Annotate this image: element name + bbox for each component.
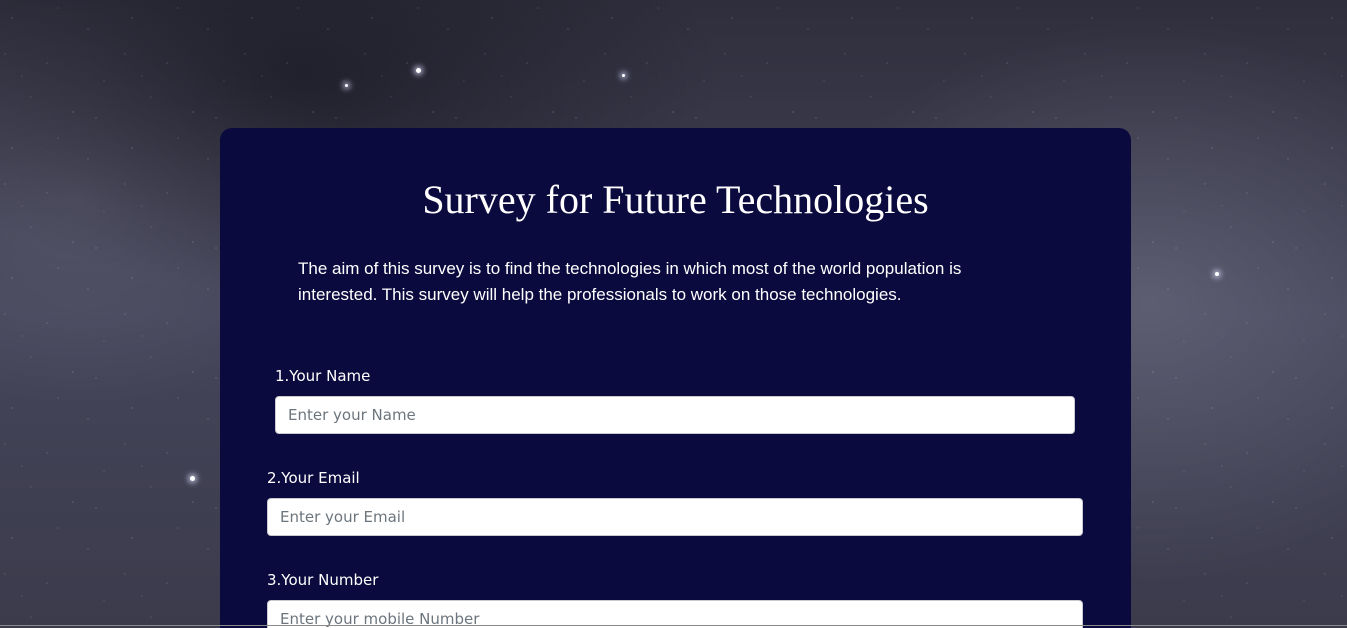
mobile-number-input[interactable] (267, 600, 1083, 628)
star-decoration (622, 74, 625, 77)
star-decoration (345, 84, 348, 87)
number-field-label: 3.Your Number (267, 571, 379, 589)
viewport-bottom-divider (0, 625, 1347, 626)
survey-form-card: Survey for Future Technologies The aim o… (220, 128, 1131, 628)
name-input[interactable] (275, 396, 1075, 434)
email-input[interactable] (267, 498, 1083, 536)
name-field-label: 1.Your Name (275, 367, 371, 385)
star-decoration (1215, 272, 1219, 276)
survey-description: The aim of this survey is to find the te… (298, 259, 962, 304)
star-decoration (416, 68, 421, 73)
survey-title: Survey for Future Technologies (422, 177, 929, 222)
email-field-label: 2.Your Email (267, 469, 360, 487)
star-decoration (190, 476, 195, 481)
